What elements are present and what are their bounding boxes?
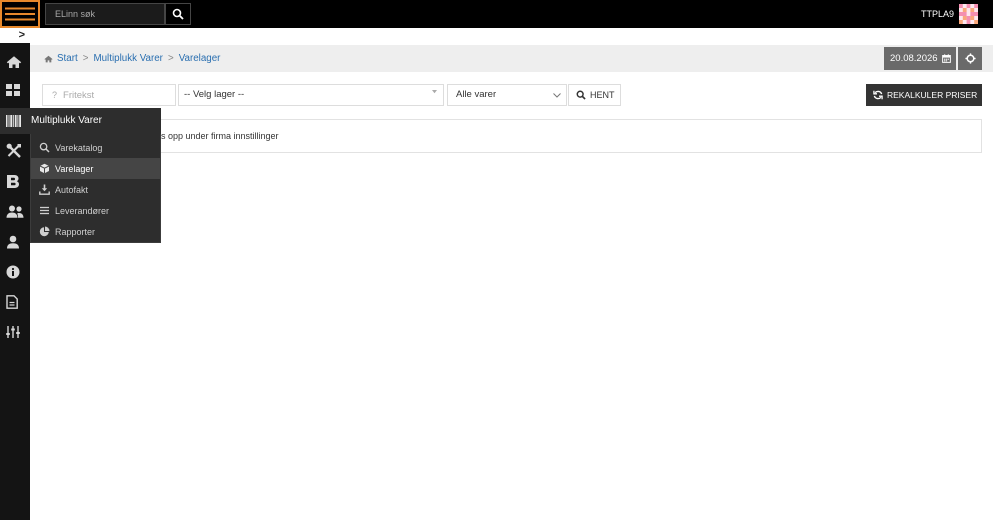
settings-button[interactable] [958, 47, 982, 70]
menu-item-label: Varelager [55, 163, 94, 174]
sidebar-item-tools[interactable] [0, 138, 30, 164]
menu-item-label: Varekatalog [55, 142, 103, 153]
hent-button[interactable]: HENT [568, 84, 621, 106]
cube-icon [39, 163, 50, 174]
users-icon [6, 205, 24, 218]
search-icon [172, 8, 184, 20]
home-icon[interactable] [44, 55, 53, 63]
list-icon [40, 206, 49, 215]
document-icon [6, 295, 18, 309]
date-value: 20.08.2026 [890, 53, 938, 64]
sidebar-toggle-button[interactable]: > [0, 28, 30, 43]
chevron-down-icon [553, 93, 561, 98]
global-search-button[interactable] [165, 3, 191, 25]
rekalkuler-label: REKALKULER PRISER [887, 90, 978, 100]
barcode-icon [6, 115, 21, 127]
sidebar-item-user[interactable] [0, 229, 30, 255]
top-bar: TTPLA9 [0, 0, 993, 28]
lager-select-value: -- Velg lager -- [184, 89, 245, 100]
sidebar-item-users[interactable] [0, 198, 30, 224]
message-panel: s opp under firma innstillinger [30, 119, 982, 153]
rekalkuler-priser-button[interactable]: REKALKULER PRISER [866, 84, 982, 106]
help-icon: ? [52, 90, 58, 100]
breadcrumb: Start > Multiplukk Varer > Varelager [30, 45, 993, 72]
home-icon [6, 56, 22, 68]
tools-icon [6, 143, 21, 158]
message-text: s opp under firma innstillinger [161, 131, 279, 141]
calendar-icon [941, 54, 951, 63]
gear-icon [964, 53, 976, 64]
info-circle-icon [6, 265, 20, 279]
user-code[interactable]: TTPLA9 [921, 0, 954, 28]
flyout-menu: Varekatalog Varelager Autofakt Leverandø… [30, 134, 161, 243]
menu-item-autofakt[interactable]: Autofakt [31, 179, 160, 200]
menu-item-rapporter[interactable]: Rapporter [31, 221, 160, 242]
menu-item-leverandorer[interactable]: Leverandører [31, 200, 160, 221]
refresh-icon [873, 90, 883, 100]
breadcrumb-link-multiplukk-varer[interactable]: Multiplukk Varer [93, 53, 163, 64]
fritekst-input[interactable] [63, 89, 164, 101]
sidebar [0, 43, 30, 520]
search-icon [39, 142, 50, 153]
hamburger-icon[interactable] [0, 0, 40, 28]
sidebar-item-home[interactable] [0, 49, 30, 75]
menu-item-varekatalog[interactable]: Varekatalog [31, 137, 160, 158]
sliders-icon [6, 326, 20, 338]
pie-chart-icon [39, 226, 50, 237]
breadcrumb-separator: > [167, 53, 174, 64]
b-box-icon [7, 174, 19, 188]
varer-select-value: Alle varer [456, 89, 497, 100]
breadcrumb-current-varelager[interactable]: Varelager [179, 53, 221, 64]
dropdown-arrow-icon [432, 90, 437, 94]
menu-item-label: Leverandører [55, 205, 110, 216]
sidebar-item-documents[interactable] [0, 289, 30, 315]
global-search-input[interactable] [45, 3, 165, 25]
sidebar-item-info[interactable] [0, 259, 30, 285]
hent-label: HENT [590, 90, 615, 100]
sidebar-item-multiplukk-varer[interactable] [0, 108, 30, 134]
flyout-title: Multiplukk Varer [30, 108, 161, 134]
sidebar-item-dashboard[interactable] [0, 77, 30, 103]
avatar[interactable] [959, 4, 978, 24]
search-icon [576, 90, 586, 100]
lager-select[interactable]: -- Velg lager -- [178, 84, 444, 106]
fritekst-field[interactable]: ? [42, 84, 176, 106]
download-icon [39, 184, 50, 195]
sidebar-item-settings[interactable] [0, 319, 30, 345]
breadcrumb-separator: > [82, 53, 89, 64]
menu-item-varelager[interactable]: Varelager [31, 158, 160, 179]
grid-icon [6, 84, 20, 96]
sidebar-item-b[interactable] [0, 168, 30, 194]
menu-item-label: Rapporter [55, 226, 96, 237]
user-icon [7, 235, 19, 249]
menu-item-label: Autofakt [55, 184, 89, 195]
breadcrumb-link-start[interactable]: Start [57, 53, 78, 64]
varer-select[interactable]: Alle varer [447, 84, 567, 106]
date-picker-button[interactable]: 20.08.2026 [884, 47, 956, 70]
